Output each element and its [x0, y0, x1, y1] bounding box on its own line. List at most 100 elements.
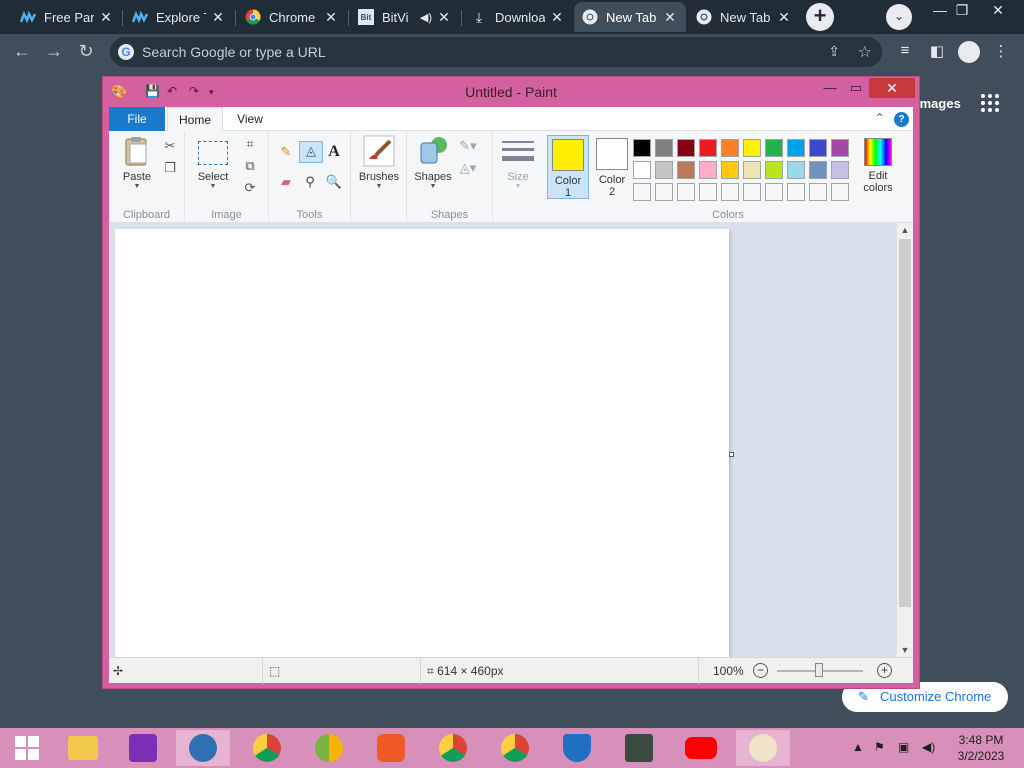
palette-color-swatch[interactable] — [677, 161, 695, 179]
palette-color-swatch[interactable] — [655, 183, 673, 201]
paint-maximize-button[interactable]: ▭ — [843, 79, 869, 99]
scroll-down-icon[interactable]: ▼ — [897, 645, 913, 655]
chrome-canary-icon[interactable] — [302, 730, 356, 766]
palette-color-swatch[interactable] — [809, 161, 827, 179]
palette-color-swatch[interactable] — [699, 161, 717, 179]
select-button[interactable]: Select ▼ — [191, 135, 235, 190]
restore-button[interactable]: ❐ — [942, 2, 982, 19]
start-button[interactable] — [0, 730, 54, 766]
forward-button[interactable]: → — [42, 40, 66, 64]
side-panel-icon[interactable]: ◧ — [926, 42, 948, 60]
close-icon[interactable]: ✕ — [776, 9, 792, 26]
tab-4[interactable]: Bit BitVi ◀) ✕ — [350, 2, 460, 32]
zoom-in-button[interactable]: + — [877, 663, 892, 678]
tab-6-active[interactable]: New Tab ✕ — [574, 2, 686, 32]
close-icon[interactable]: ✕ — [98, 9, 114, 26]
palette-color-swatch[interactable] — [765, 161, 783, 179]
media-control-icon[interactable]: ≡ — [894, 42, 916, 59]
pencil-tool-icon[interactable]: ✎ — [277, 143, 295, 161]
palette-color-swatch[interactable] — [655, 139, 673, 157]
drawing-canvas[interactable] — [115, 229, 729, 657]
fill-tool-icon[interactable]: ◬ — [299, 141, 323, 163]
share-icon[interactable]: ⇪ — [828, 43, 840, 60]
crop-icon[interactable]: ⌗ — [241, 135, 259, 153]
palette-color-swatch[interactable] — [743, 139, 761, 157]
palette-color-swatch[interactable] — [809, 183, 827, 201]
shapes-button[interactable]: Shapes ▼ — [411, 135, 455, 190]
outline-icon[interactable]: ✎▾ — [459, 137, 477, 155]
network-icon[interactable]: ▣ — [898, 740, 909, 754]
tab-file[interactable]: File — [109, 107, 165, 131]
eraser-tool-icon[interactable]: ▰ — [277, 173, 295, 191]
help-icon[interactable]: ? — [894, 112, 909, 127]
palette-color-swatch[interactable] — [721, 161, 739, 179]
resize-icon[interactable]: ⧉ — [241, 157, 259, 175]
security-shield-icon[interactable] — [550, 730, 604, 766]
paint-taskbar-icon[interactable] — [736, 730, 790, 766]
cut-icon[interactable]: ✂ — [161, 137, 179, 155]
copy-icon[interactable]: ❐ — [161, 159, 179, 177]
brave-icon[interactable] — [364, 730, 418, 766]
scrollbar-thumb[interactable] — [899, 239, 911, 607]
file-explorer-icon[interactable] — [56, 730, 110, 766]
palette-color-swatch[interactable] — [655, 161, 673, 179]
paint-title-bar[interactable]: 🎨 💾 ↶ ↷ ▾ Untitled - Paint — ▭ ✕ — [103, 77, 919, 107]
palette-color-swatch[interactable] — [721, 139, 739, 157]
color-2-button[interactable]: Color 2 — [591, 135, 633, 199]
zoom-slider-thumb[interactable] — [815, 663, 823, 677]
tab-5[interactable]: ⤓ Downloa ✕ — [463, 2, 573, 32]
scroll-up-icon[interactable]: ▲ — [897, 225, 913, 235]
color-1-button[interactable]: Color 1 — [547, 135, 589, 199]
rotate-icon[interactable]: ⟳ — [241, 179, 259, 197]
tab-2[interactable]: Explore T ✕ — [124, 2, 234, 32]
system-clock[interactable]: 3:48 PM 3/2/2023 — [946, 732, 1016, 764]
youtube-icon[interactable] — [674, 730, 728, 766]
zoom-out-button[interactable]: − — [753, 663, 768, 678]
tab-7[interactable]: New Tab ✕ — [688, 2, 800, 32]
palette-color-swatch[interactable] — [765, 139, 783, 157]
menu-kebab-icon[interactable]: ⋮ — [990, 42, 1012, 60]
omnibox[interactable]: G Search Google or type a URL ⇪ ☆ — [110, 37, 882, 67]
images-link[interactable]: Images — [916, 96, 961, 111]
task-manager-icon[interactable] — [612, 730, 666, 766]
close-icon[interactable]: ✕ — [662, 9, 678, 26]
close-icon[interactable]: ✕ — [549, 9, 565, 26]
brushes-button[interactable]: Brushes ▼ — [355, 135, 403, 190]
tab-1[interactable]: Free Part ✕ — [12, 2, 122, 32]
tab-3[interactable]: Chrome ✕ — [237, 2, 347, 32]
bookmark-star-icon[interactable]: ☆ — [858, 42, 872, 62]
close-window-button[interactable]: ✕ — [978, 2, 1018, 19]
palette-color-swatch[interactable] — [787, 183, 805, 201]
chrome-taskbar-icon[interactable] — [240, 730, 294, 766]
palette-color-swatch[interactable] — [787, 139, 805, 157]
palette-color-swatch[interactable] — [787, 161, 805, 179]
palette-color-swatch[interactable] — [831, 161, 849, 179]
palette-color-swatch[interactable] — [677, 139, 695, 157]
close-icon[interactable]: ✕ — [210, 9, 226, 26]
palette-color-swatch[interactable] — [633, 139, 651, 157]
show-hidden-icons-icon[interactable]: ▲ — [852, 740, 864, 754]
paint-minimize-button[interactable]: — — [817, 79, 843, 99]
tab-search-button[interactable]: ⌄ — [886, 4, 912, 30]
chrome-profile-b-icon[interactable] — [426, 730, 480, 766]
chrome-profile-c-icon[interactable] — [488, 730, 542, 766]
palette-color-swatch[interactable] — [721, 183, 739, 201]
palette-color-swatch[interactable] — [633, 183, 651, 201]
flag-icon[interactable]: ⚑ — [874, 740, 885, 754]
palette-color-swatch[interactable] — [831, 139, 849, 157]
reload-button[interactable]: ↻ — [74, 40, 98, 64]
tools-app-icon[interactable] — [176, 730, 230, 766]
close-icon[interactable]: ✕ — [436, 9, 452, 26]
volume-icon[interactable]: ◀) — [922, 740, 935, 754]
visual-studio-icon[interactable] — [116, 730, 170, 766]
palette-color-swatch[interactable] — [699, 183, 717, 201]
profile-avatar[interactable] — [958, 41, 980, 63]
new-tab-button[interactable]: + — [806, 3, 834, 31]
google-apps-icon[interactable] — [981, 94, 999, 112]
vertical-scrollbar[interactable]: ▲ ▼ — [897, 223, 913, 657]
magnifier-icon[interactable]: 🔍 — [325, 173, 343, 191]
tab-home[interactable]: Home — [167, 107, 223, 132]
paint-close-button[interactable]: ✕ — [869, 78, 915, 98]
minimize-ribbon-icon[interactable]: ⌃ — [875, 111, 885, 125]
back-button[interactable]: ← — [10, 40, 34, 64]
